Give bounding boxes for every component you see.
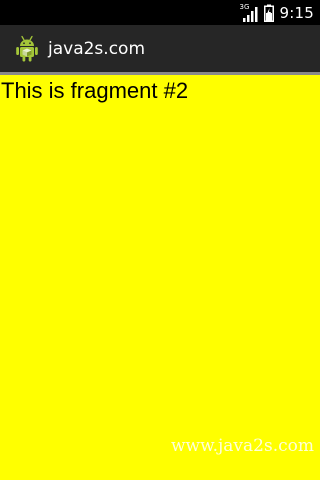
watermark: www.java2s.com [170,436,314,456]
signal-icon [242,6,258,22]
android-logo-icon[interactable] [14,35,40,63]
app-title: java2s.com [48,38,146,59]
action-bar: java2s.com [0,25,320,72]
status-icons: 3G 9:15 [240,0,314,25]
status-bar: 3G 9:15 [0,0,320,25]
status-time: 9:15 [279,3,314,22]
fragment-text: This is fragment #2 [1,78,189,103]
battery-icon [263,4,274,22]
fragment-container: This is fragment #2 www.java2s.com [0,75,320,480]
app-screen: 3G 9:15 java2s.com This is fragment #2 w… [0,0,320,480]
signal-indicator: 3G [240,3,258,22]
